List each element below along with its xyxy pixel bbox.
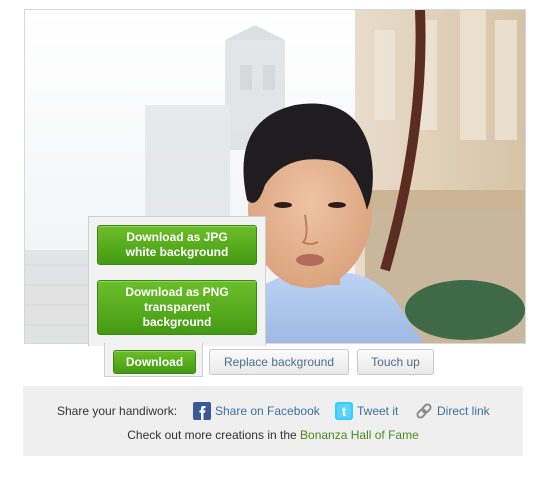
download-button[interactable]: Download	[113, 350, 196, 374]
download-jpg-button[interactable]: Download as JPG white background	[97, 225, 257, 265]
tweet-it-label: Tweet it	[357, 404, 399, 418]
facebook-icon	[193, 402, 211, 420]
touch-up-button[interactable]: Touch up	[357, 349, 434, 375]
more-creations-text: Check out more creations in the	[127, 428, 297, 442]
direct-link-label: Direct link	[437, 404, 490, 418]
replace-background-button[interactable]: Replace background	[209, 349, 349, 375]
share-facebook-link[interactable]: Share on Facebook	[193, 402, 320, 420]
share-panel: Share your handiwork: Share on Facebook …	[23, 386, 523, 456]
direct-link[interactable]: Direct link	[415, 402, 490, 420]
hall-of-fame-link[interactable]: Bonanza Hall of Fame	[300, 428, 419, 442]
twitter-icon: t	[335, 402, 353, 420]
svg-text:t: t	[342, 404, 347, 419]
link-chain-icon	[415, 402, 433, 420]
share-row: Share your handiwork: Share on Facebook …	[23, 402, 523, 420]
share-prompt: Share your handiwork:	[57, 404, 178, 418]
share-facebook-label: Share on Facebook	[215, 404, 320, 418]
download-png-button[interactable]: Download as PNG transparent background	[97, 280, 257, 335]
tweet-it-link[interactable]: t Tweet it	[335, 402, 398, 420]
hall-of-fame-line: Check out more creations in the Bonanza …	[23, 428, 523, 442]
